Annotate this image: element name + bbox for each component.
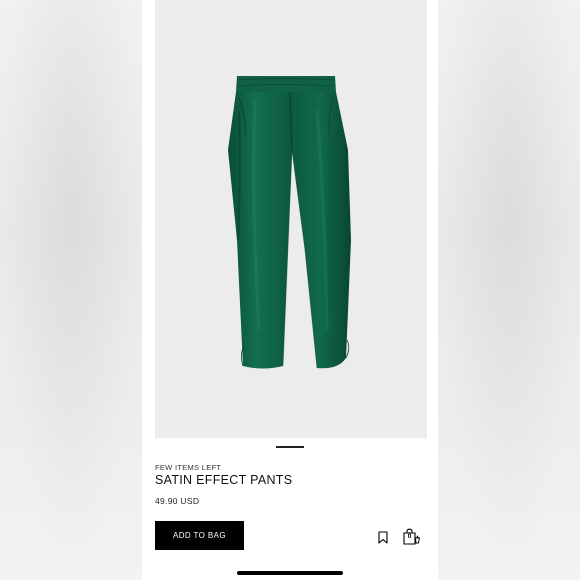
product-price: 49.90 USD: [155, 496, 200, 506]
satin-pants-image: [228, 76, 351, 369]
home-indicator[interactable]: [237, 571, 343, 575]
product-image[interactable]: [155, 0, 427, 438]
bookmark-icon: [378, 530, 388, 544]
shopping-bag-button[interactable]: 0: [403, 528, 421, 546]
stock-status-note: FEW ITEMS LEFT: [155, 463, 222, 472]
add-to-bag-button[interactable]: ADD TO BAG: [155, 521, 244, 550]
background-blur-left: [0, 0, 142, 580]
product-title: SATIN EFFECT PANTS: [155, 473, 293, 487]
bookmark-button[interactable]: [376, 529, 390, 545]
phone-screen: FEW ITEMS LEFT SATIN EFFECT PANTS 49.90 …: [142, 0, 438, 580]
image-carousel-indicator: [276, 446, 304, 448]
background-blur-right: [438, 0, 580, 580]
bag-item-count: 0: [407, 533, 412, 540]
